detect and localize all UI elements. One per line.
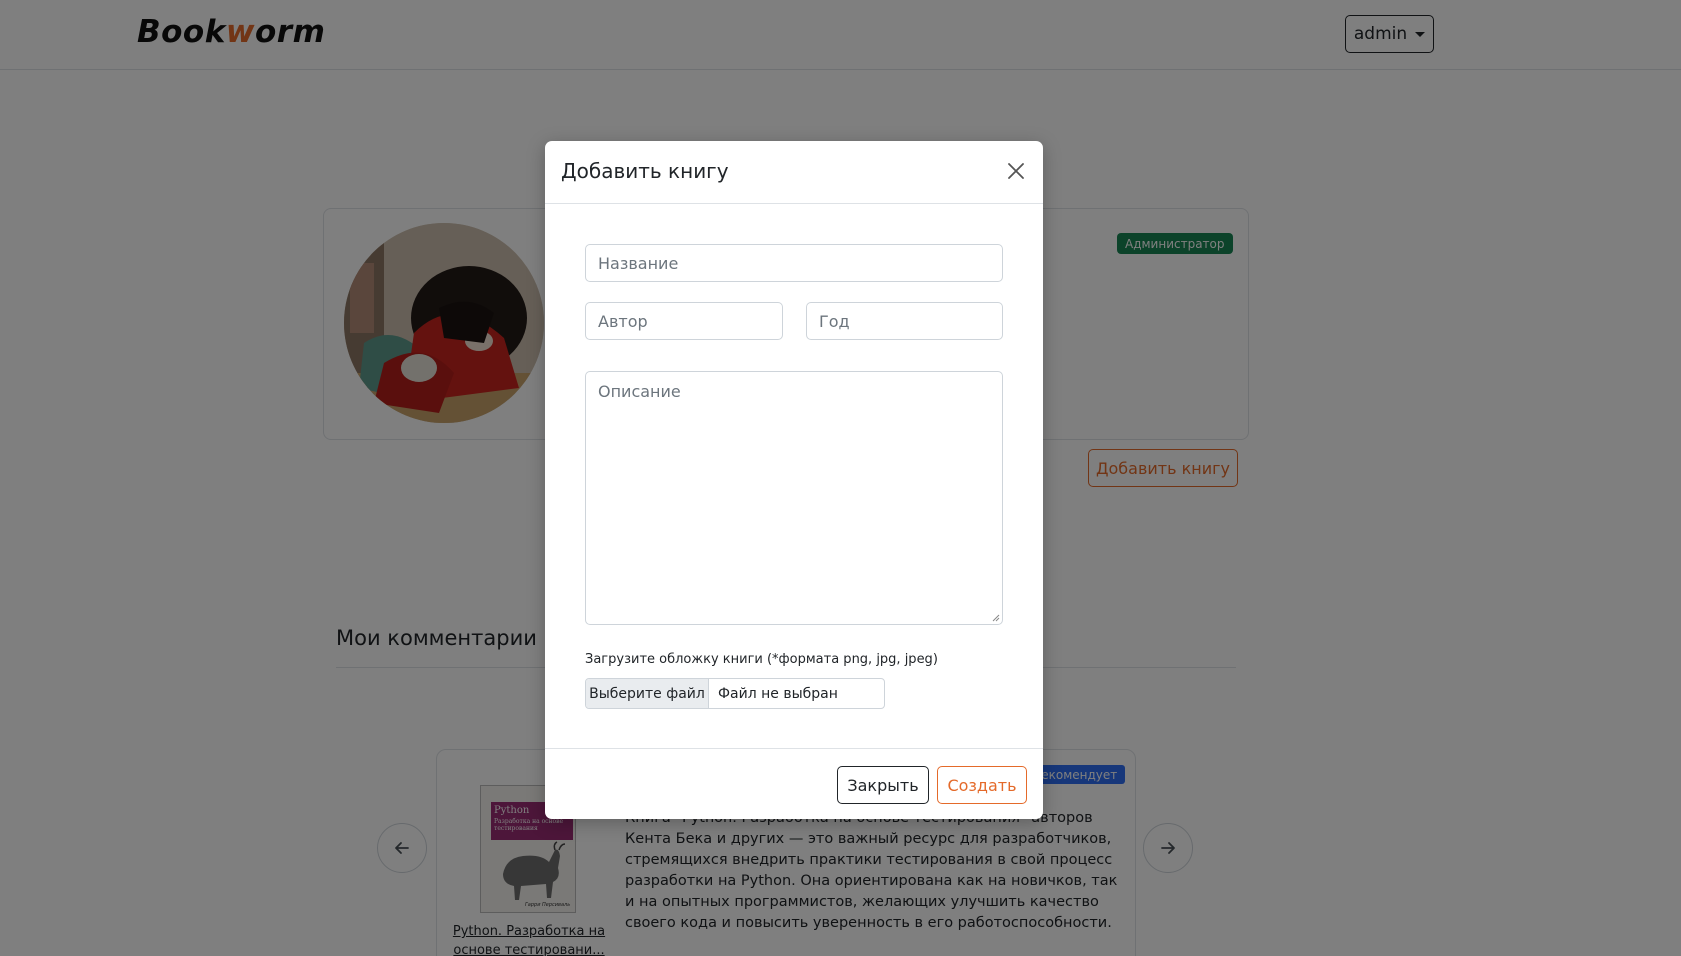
author-placeholder: Автор: [598, 311, 648, 331]
upload-label: Загрузите обложку книги (*формата png, j…: [585, 652, 938, 667]
close-button[interactable]: Закрыть: [837, 766, 929, 804]
add-book-modal: Добавить книгу Название Автор Год Описан…: [545, 141, 1043, 819]
divider: [545, 203, 1043, 204]
resize-grip-icon[interactable]: [992, 614, 1000, 622]
modal-title: Добавить книгу: [561, 159, 729, 183]
close-icon[interactable]: [1005, 160, 1027, 182]
year-input[interactable]: Год: [806, 302, 1003, 340]
file-status: Файл не выбран: [718, 685, 838, 702]
author-input[interactable]: Автор: [585, 302, 783, 340]
year-placeholder: Год: [819, 311, 850, 331]
title-placeholder: Название: [598, 253, 679, 273]
create-button[interactable]: Создать: [937, 766, 1027, 804]
description-textarea[interactable]: Описание: [585, 371, 1003, 625]
title-input[interactable]: Название: [585, 244, 1003, 282]
divider: [545, 748, 1043, 749]
description-placeholder: Описание: [598, 382, 681, 401]
choose-file-button[interactable]: Выберите файл: [586, 679, 709, 708]
cover-file-input[interactable]: Выберите файл Файл не выбран: [585, 678, 885, 709]
